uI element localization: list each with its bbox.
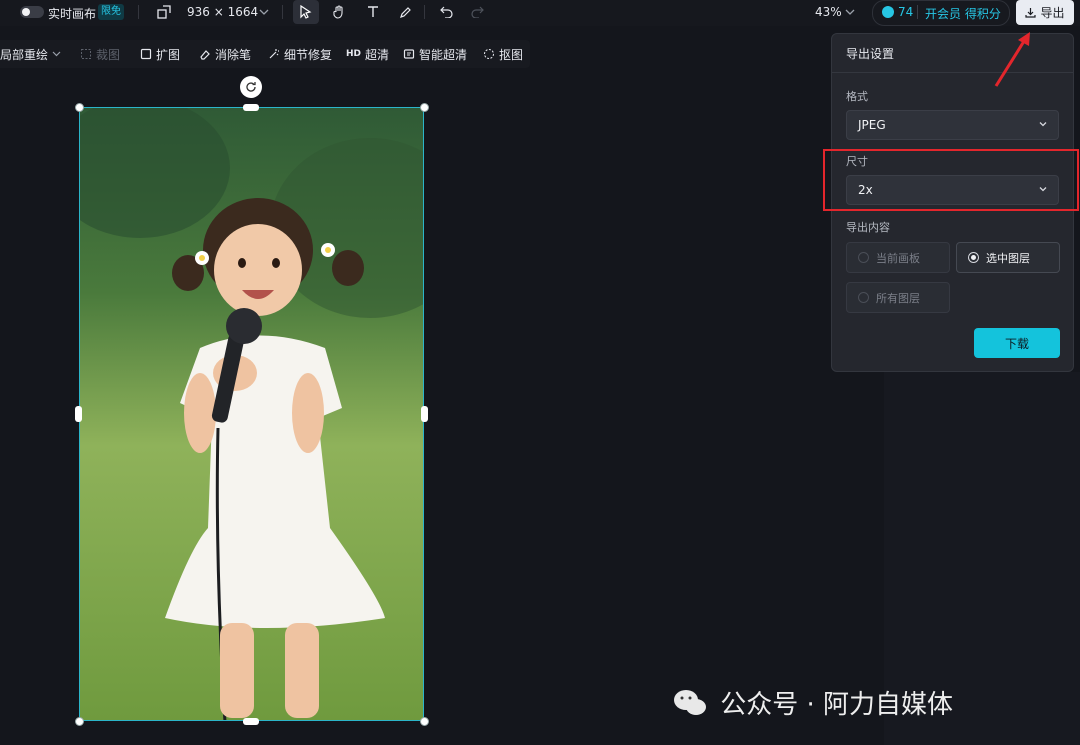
divider xyxy=(832,72,1073,73)
radio-icon xyxy=(858,292,869,303)
detail-repair-label: 细节修复 xyxy=(284,47,333,62)
red-arrow-annotation xyxy=(994,32,1030,87)
credits-icon xyxy=(882,6,894,18)
option-selected-layer[interactable]: 选中图层 xyxy=(956,242,1060,273)
live-canvas-toggle[interactable] xyxy=(20,6,44,18)
edit-toolbar: 局部重绘 裁图 扩图 消除笔 细节修复 HD 超清 智能超清 抠图 xyxy=(0,40,530,68)
super-resolution-button[interactable]: HD 超清 xyxy=(346,40,389,68)
hd-icon: HD xyxy=(346,49,362,59)
export-button[interactable]: 导出 xyxy=(1016,0,1074,25)
eraser-label: 消除笔 xyxy=(215,47,252,62)
girl-singing-photo xyxy=(80,108,423,720)
zoom-chevron-down-icon[interactable] xyxy=(843,5,857,19)
divider xyxy=(917,5,918,19)
smart-super-resolution-button[interactable]: 智能超清 xyxy=(403,40,467,68)
hand-tool-icon[interactable] xyxy=(328,2,350,22)
format-label: 格式 xyxy=(846,90,868,103)
watermark: 公众号 · 阿力自媒体 xyxy=(672,684,953,721)
option-label: 选中图层 xyxy=(986,251,1030,265)
radio-checked-icon xyxy=(968,252,979,263)
selected-image-layer[interactable] xyxy=(79,107,424,721)
size-highlight-box xyxy=(823,149,1079,211)
divider xyxy=(282,5,283,19)
resize-handle-top-left[interactable] xyxy=(75,103,84,112)
pen-tool-icon[interactable] xyxy=(394,2,416,22)
expand-button[interactable]: 扩图 xyxy=(140,40,180,68)
chevron-down-icon xyxy=(52,51,61,57)
zoom-level[interactable]: 43% xyxy=(815,5,842,19)
limited-free-badge: 限免 xyxy=(98,4,124,20)
select-tool-icon[interactable] xyxy=(293,0,319,24)
smart-super-resolution-label: 智能超清 xyxy=(419,47,468,62)
resize-handle-top-right[interactable] xyxy=(420,103,429,112)
cutout-label: 抠图 xyxy=(499,47,524,62)
live-canvas-label: 实时画布 xyxy=(48,7,97,21)
resize-handle-top[interactable] xyxy=(243,104,259,111)
expand-icon xyxy=(140,48,152,60)
option-all-layers[interactable]: 所有图层 xyxy=(846,282,950,313)
cutout-icon xyxy=(484,49,494,59)
credits-count: 74 xyxy=(898,5,914,19)
eraser-button[interactable]: 消除笔 xyxy=(199,40,251,68)
credits-pill[interactable]: 74 开会员 得积分 xyxy=(872,0,1010,26)
crop-button[interactable]: 裁图 xyxy=(80,40,120,68)
divider xyxy=(138,5,139,19)
membership-link[interactable]: 开会员 得积分 xyxy=(925,5,1001,22)
resize-handle-bottom-left[interactable] xyxy=(75,717,84,726)
export-content-label: 导出内容 xyxy=(846,221,890,234)
chevron-down-icon[interactable] xyxy=(257,5,271,19)
panel-title: 导出设置 xyxy=(846,47,895,61)
detail-repair-button[interactable]: 细节修复 xyxy=(268,40,332,68)
top-toolbar: 实时画布 限免 936 × 1664 43% 74 开会员 得积分 导出 xyxy=(0,0,1080,26)
magic-wand-icon xyxy=(269,49,279,59)
wechat-icon xyxy=(674,689,706,715)
format-value: JPEG xyxy=(858,118,886,132)
resize-icon[interactable] xyxy=(155,4,173,20)
undo-icon[interactable] xyxy=(436,2,456,22)
resize-handle-left[interactable] xyxy=(75,406,82,422)
rotate-handle-icon[interactable] xyxy=(240,76,262,98)
option-current-artboard[interactable]: 当前画板 xyxy=(846,242,950,273)
cutout-button[interactable]: 抠图 xyxy=(483,40,523,68)
download-button[interactable]: 下载 xyxy=(974,328,1060,358)
crop-icon xyxy=(81,49,91,59)
super-resolution-label: 超清 xyxy=(365,47,390,62)
crop-label: 裁图 xyxy=(96,47,121,62)
radio-icon xyxy=(858,252,869,263)
resize-handle-bottom[interactable] xyxy=(243,718,259,725)
option-label: 所有图层 xyxy=(876,291,920,305)
smart-hd-icon xyxy=(403,49,415,59)
local-repaint-label: 局部重绘 xyxy=(0,47,49,62)
resize-handle-bottom-right[interactable] xyxy=(420,717,429,726)
redo-icon[interactable] xyxy=(467,2,487,22)
export-label: 导出 xyxy=(1040,6,1065,20)
resize-handle-right[interactable] xyxy=(421,406,428,422)
divider xyxy=(424,5,425,19)
text-tool-icon[interactable] xyxy=(362,2,384,22)
download-icon xyxy=(1025,8,1037,18)
option-label: 当前画板 xyxy=(876,251,920,265)
watermark-text: 公众号 · 阿力自媒体 xyxy=(720,690,954,720)
eraser-icon xyxy=(200,50,210,60)
expand-label: 扩图 xyxy=(156,47,181,62)
chevron-down-icon xyxy=(1039,122,1047,127)
canvas-size-value[interactable]: 936 × 1664 xyxy=(187,5,258,19)
format-select[interactable]: JPEG xyxy=(846,110,1059,140)
local-repaint-button[interactable]: 局部重绘 xyxy=(0,40,61,68)
